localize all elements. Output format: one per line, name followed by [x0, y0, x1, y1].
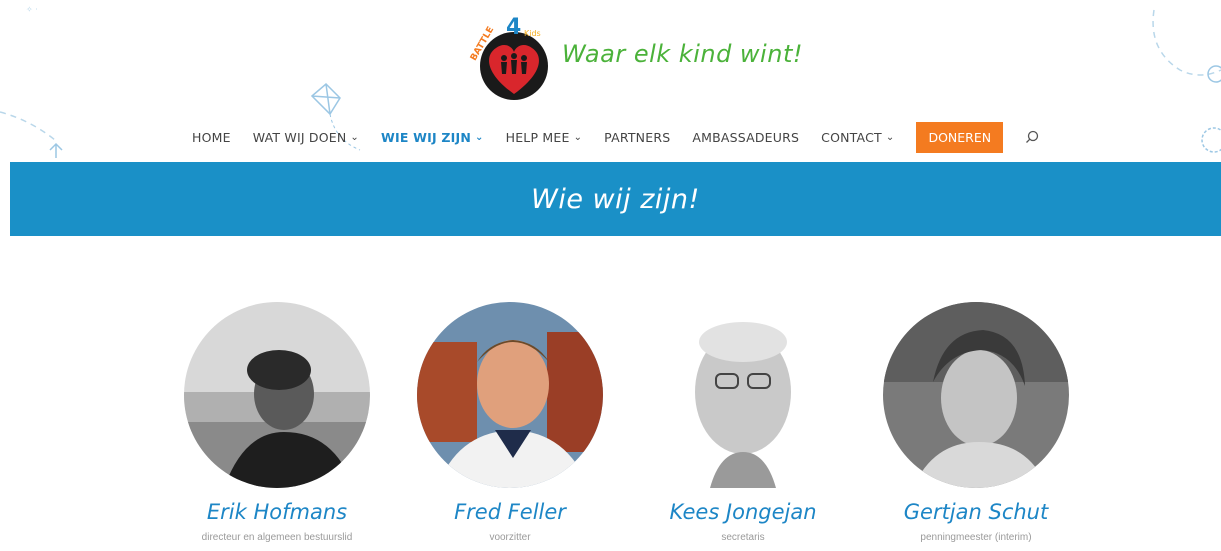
member-role: penningmeester (interim) [920, 532, 1032, 543]
search-icon[interactable] [1025, 130, 1039, 144]
svg-text:Kids: Kids [524, 29, 541, 38]
team-member: Gertjan Schut penningmeester (interim) [861, 302, 1091, 543]
avatar [417, 302, 603, 488]
nav-item-partners[interactable]: PARTNERS [604, 130, 670, 145]
member-role: secretaris [721, 532, 765, 543]
nav-label: PARTNERS [604, 129, 671, 145]
site-logo[interactable]: BATTLE 4 Kids Waar elk kind wint! [468, 6, 808, 102]
nav-label: WIE WIJ ZIJN [381, 129, 472, 145]
nav-label: CONTACT [821, 129, 882, 145]
nav-item-ambassadeurs[interactable]: AMBASSADEURS [692, 130, 799, 145]
member-role: voorzitter [489, 532, 531, 543]
chevron-down-icon: ⌄ [350, 131, 360, 143]
tagline: Waar elk kind wint! [562, 40, 803, 68]
nav-label: HELP MEE [505, 129, 570, 145]
nav-item-wie-wij-zijn[interactable]: WIE WIJ ZIJN ⌄ [381, 130, 484, 145]
svg-text:4: 4 [506, 15, 521, 40]
page-banner: Wie wij zijn! [10, 162, 1221, 236]
main-nav: HOME WAT WIJ DOEN ⌄ WIE WIJ ZIJN ⌄ HELP ME… [192, 121, 1039, 153]
chevron-down-icon: ⌄ [573, 131, 583, 143]
portrait-photo-icon [184, 302, 370, 488]
avatar [650, 302, 836, 488]
portrait-photo-icon [650, 302, 836, 488]
decorative-doodle-right [1152, 9, 1221, 153]
svg-text:✧ ·: ✧ · [26, 5, 38, 14]
chevron-down-icon: ⌄ [885, 131, 895, 143]
team-member: Fred Feller voorzitter [395, 302, 625, 543]
team-member: Erik Hofmans directeur en algemeen bestu… [162, 302, 392, 543]
nav-label: AMBASSADEURS [692, 129, 800, 145]
avatar [883, 302, 1069, 488]
member-name: Kees Jongejan [669, 500, 817, 524]
nav-item-home[interactable]: HOME [192, 130, 231, 145]
avatar [184, 302, 370, 488]
member-name: Fred Feller [454, 500, 566, 524]
member-name: Gertjan Schut [903, 500, 1049, 524]
portrait-photo-icon [417, 302, 603, 488]
portrait-photo-icon [883, 302, 1069, 488]
page-title: Wie wij zijn! [531, 183, 700, 215]
nav-label: WAT WIJ DOEN [252, 129, 347, 145]
nav-item-contact[interactable]: CONTACT ⌄ [821, 130, 894, 145]
battle4kids-logo-icon: BATTLE 4 Kids [469, 15, 548, 100]
chevron-down-icon: ⌄ [475, 131, 484, 143]
team-section: Erik Hofmans directeur en algemeen bestu… [0, 302, 1221, 551]
nav-item-help-mee[interactable]: HELP MEE ⌄ [506, 130, 583, 145]
member-role: directeur en algemeen bestuurslid [201, 532, 353, 543]
nav-item-wat-wij-doen[interactable]: WAT WIJ DOEN ⌄ [253, 130, 359, 145]
nav-label: HOME [192, 129, 231, 145]
member-name: Erik Hofmans [206, 500, 348, 524]
donate-button[interactable]: DONEREN [916, 121, 1004, 153]
team-member: Kees Jongejan secretaris [628, 302, 858, 543]
